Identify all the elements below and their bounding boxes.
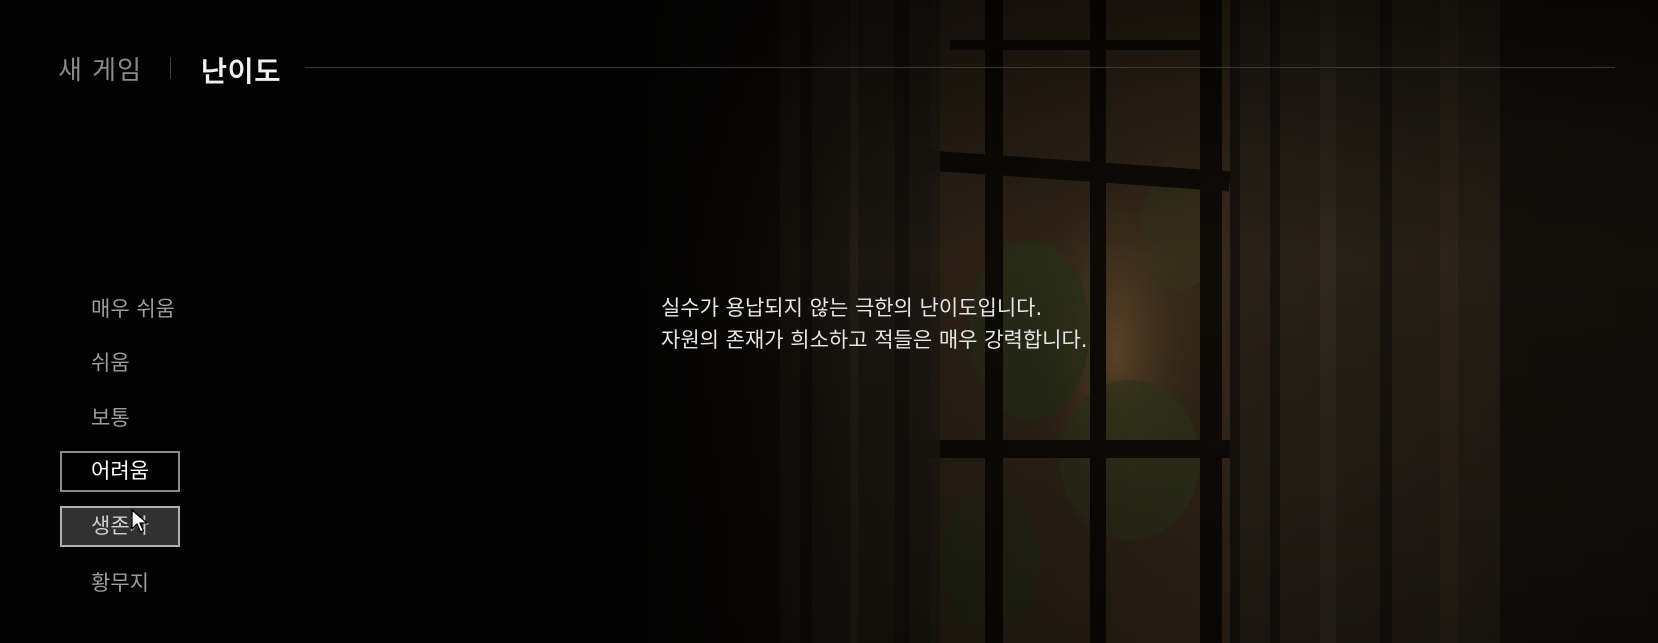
difficulty-description: 실수가 용납되지 않는 극한의 난이도입니다. 자원의 존재가 희소하고 적들은…	[661, 292, 1087, 356]
difficulty-screen: 새 게임 난이도 매우 쉬움 쉬움 보통 어려움 생존자 황무지 실수가 용납되…	[0, 0, 1658, 643]
description-line-1: 실수가 용납되지 않는 극한의 난이도입니다.	[661, 296, 1043, 320]
difficulty-option-survivor[interactable]: 생존자	[60, 506, 180, 547]
difficulty-option-very-easy[interactable]: 매우 쉬움	[60, 289, 180, 330]
mouse-pointer-icon	[131, 509, 148, 533]
difficulty-option-hard[interactable]: 어려움	[60, 451, 180, 492]
difficulty-option-normal[interactable]: 보통	[60, 398, 180, 439]
breadcrumb-separator	[170, 57, 171, 79]
header-divider	[305, 67, 1615, 68]
breadcrumb-new-game[interactable]: 새 게임	[58, 50, 142, 87]
page-title: 난이도	[201, 55, 282, 88]
difficulty-option-wasteland[interactable]: 황무지	[60, 563, 180, 604]
difficulty-option-easy[interactable]: 쉬움	[60, 343, 180, 384]
description-line-2: 자원의 존재가 희소하고 적들은 매우 강력합니다.	[661, 328, 1088, 352]
